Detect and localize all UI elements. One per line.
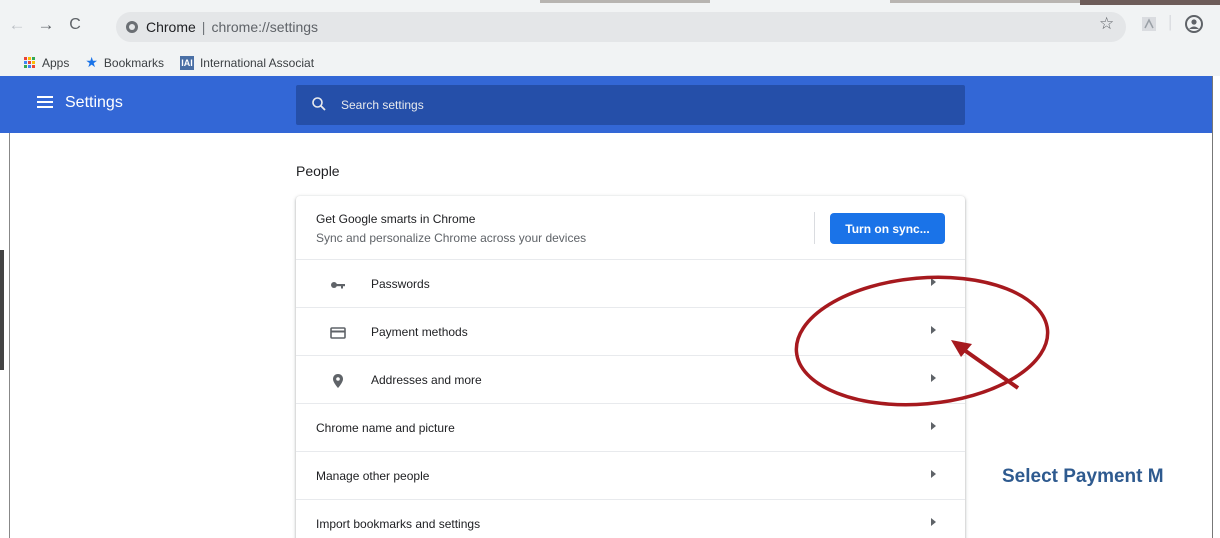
bookmarks-bar: Apps ★ Bookmarks IAI International Assoc…: [0, 49, 1220, 76]
toolbar-divider: |: [1168, 12, 1173, 31]
bookmark-bookmarks[interactable]: ★ Bookmarks: [85, 54, 164, 71]
chevron-right-icon: [931, 326, 936, 334]
addresses-label: Addresses and more: [371, 373, 482, 387]
list-item-import-bookmarks[interactable]: Import bookmarks and settings: [296, 500, 965, 538]
window-right-edge: [1212, 76, 1220, 538]
address-bar[interactable]: Chrome | chrome://settings: [116, 12, 1126, 42]
search-icon: [312, 97, 326, 111]
manage-people-label: Manage other people: [316, 469, 430, 483]
settings-header: Settings Search settings: [0, 76, 1212, 133]
chevron-right-icon: [931, 518, 936, 526]
site-label: Chrome: [146, 19, 196, 35]
sync-row: Get Google smarts in Chrome Sync and per…: [296, 196, 965, 260]
omnibox-separator: |: [201, 19, 206, 35]
back-arrow-icon[interactable]: ←: [6, 14, 28, 36]
search-placeholder: Search settings: [341, 98, 424, 112]
star-icon: ★: [85, 54, 98, 70]
window-top-edge: [0, 0, 1220, 6]
annotation-text: Select Payment M: [1002, 466, 1164, 487]
import-bookmarks-label: Import bookmarks and settings: [316, 517, 481, 531]
window-left-shadow: [0, 250, 4, 370]
reload-icon[interactable]: C: [64, 14, 86, 36]
turn-on-sync-button[interactable]: Turn on sync...: [830, 213, 945, 244]
apps-grid-icon: [24, 56, 36, 69]
bookmark-international-association[interactable]: IAI International Associat: [179, 55, 315, 70]
chrome-logo-icon: [126, 21, 138, 33]
chevron-right-icon: [931, 470, 936, 478]
sidebar-item-passwords[interactable]: Passwords: [296, 260, 965, 308]
credit-card-icon: [330, 327, 346, 339]
chevron-right-icon: [931, 278, 936, 286]
payment-methods-label: Payment methods: [371, 325, 468, 339]
list-item-chrome-name[interactable]: Chrome name and picture: [296, 404, 965, 452]
sidebar-item-addresses[interactable]: Addresses and more: [296, 356, 965, 404]
bookmark-star-icon[interactable]: ☆: [1099, 14, 1114, 34]
sidebar-item-payment-methods[interactable]: Payment methods: [296, 308, 965, 356]
page-title: Settings: [65, 94, 123, 111]
bookmark-apps[interactable]: Apps: [24, 56, 69, 70]
chevron-right-icon: [931, 374, 936, 382]
section-title-people: People: [296, 163, 340, 179]
bookmark-label: Bookmarks: [103, 55, 164, 70]
list-item-manage-people[interactable]: Manage other people: [296, 452, 965, 500]
key-icon: [331, 282, 345, 289]
extension-icon[interactable]: [1142, 16, 1156, 36]
profile-icon[interactable]: [1185, 15, 1203, 38]
passwords-label: Passwords: [371, 277, 430, 291]
pointer-arrow-line: [958, 345, 1020, 390]
hamburger-menu-icon[interactable]: [37, 96, 53, 108]
sync-subtitle: Sync and personalize Chrome across your …: [316, 231, 587, 245]
browser-toolbar: ← → C Chrome | chrome://settings ☆ |: [0, 0, 1220, 49]
sync-title: Get Google smarts in Chrome: [316, 212, 476, 226]
people-card: Get Google smarts in Chrome Sync and per…: [296, 196, 965, 538]
bookmark-label: Apps: [42, 55, 70, 70]
chevron-right-icon: [931, 422, 936, 430]
search-settings-input[interactable]: Search settings: [296, 85, 965, 125]
iai-logo-icon: IAI: [179, 55, 194, 70]
bookmark-label: International Associat: [199, 55, 315, 70]
sync-divider: [814, 212, 815, 244]
location-pin-icon: [333, 374, 343, 388]
chrome-name-label: Chrome name and picture: [316, 421, 455, 435]
url-text: chrome://settings: [211, 19, 319, 35]
forward-arrow-icon[interactable]: →: [35, 14, 57, 36]
